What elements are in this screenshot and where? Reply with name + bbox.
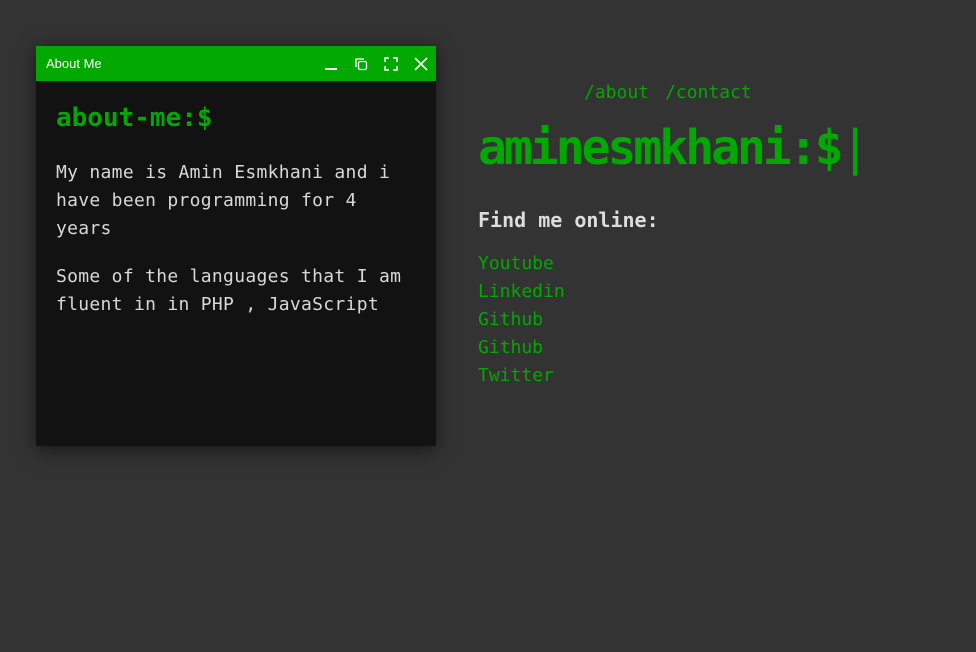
- site-title: aminesmkhani:$|: [478, 118, 870, 178]
- nav-link-contact[interactable]: /contact: [665, 80, 752, 106]
- find-me-heading: Find me online:: [478, 208, 659, 232]
- restore-button[interactable]: [346, 46, 376, 81]
- languages-paragraph: Some of the languages that I am fluent i…: [56, 266, 402, 315]
- nav-link-about[interactable]: /about: [584, 80, 649, 106]
- close-icon: [413, 56, 429, 72]
- link-linkedin[interactable]: Linkedin: [478, 278, 565, 306]
- top-nav: /about /contact: [584, 80, 752, 106]
- about-me-window: About Me about-me:$ My name is Amin Esmk…: [36, 46, 436, 446]
- text-cursor: |: [840, 120, 870, 176]
- fullscreen-button[interactable]: [376, 46, 406, 81]
- link-twitter[interactable]: Twitter: [478, 362, 565, 390]
- link-github-2[interactable]: Github: [478, 334, 565, 362]
- site-title-text: aminesmkhani:$: [478, 120, 844, 176]
- restore-icon: [353, 56, 369, 72]
- about-paragraph: My name is Amin Esmkhani and i have been…: [56, 162, 391, 239]
- social-links: Youtube Linkedin Github Github Twitter: [478, 250, 565, 390]
- window-title: About Me: [46, 56, 102, 71]
- minimize-button[interactable]: [316, 46, 346, 81]
- window-content: about-me:$ My name is Amin Esmkhani and …: [36, 81, 436, 319]
- link-github[interactable]: Github: [478, 306, 565, 334]
- minimize-icon: [323, 56, 339, 72]
- fullscreen-icon: [383, 56, 399, 72]
- window-controls: [316, 46, 436, 81]
- link-youtube[interactable]: Youtube: [478, 250, 565, 278]
- window-titlebar[interactable]: About Me: [36, 46, 436, 81]
- about-me-prompt: about-me:$: [56, 103, 213, 133]
- close-button[interactable]: [406, 46, 436, 81]
